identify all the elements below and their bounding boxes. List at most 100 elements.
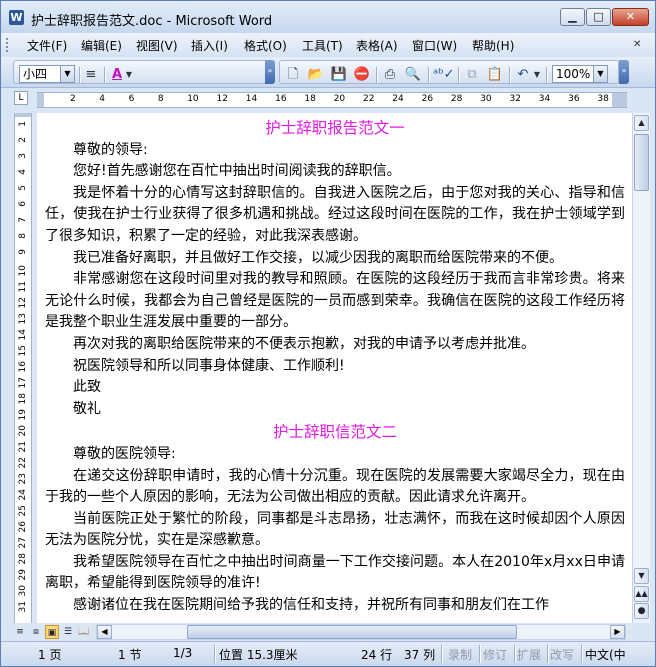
paste-icon[interactable]: 📋 bbox=[486, 66, 504, 84]
ruler-number: 2 bbox=[70, 94, 76, 104]
minimize-icon: ▁ bbox=[568, 10, 577, 23]
chevron-down-icon[interactable]: ▼ bbox=[60, 66, 74, 82]
status-record[interactable]: 录制 bbox=[448, 646, 472, 663]
title-bar: W 护士辞职报告范文.doc - Microsoft Word ▁ □ ✕ bbox=[1, 1, 655, 33]
horizontal-scrollbar[interactable]: ◀ ▶ bbox=[96, 624, 626, 640]
menu-tools[interactable]: 工具(T) bbox=[302, 37, 343, 54]
standard-toolbar: 🗋 📂 💾 ⛔ ⎙ 🔍 ᵃᵇ✓ ⧉ 📋 ↶ ▼ 100% ▼ bbox=[279, 60, 619, 84]
menu-grip-handle[interactable] bbox=[6, 38, 11, 52]
ruler-number: 1 bbox=[18, 121, 28, 127]
ruler-number: 17 bbox=[18, 377, 28, 389]
ruler-number: 30 bbox=[18, 585, 28, 597]
ruler-number: 25 bbox=[18, 505, 28, 517]
status-track-changes[interactable]: 修订 bbox=[483, 646, 507, 663]
chevron-down-icon[interactable]: ▼ bbox=[593, 66, 607, 82]
scroll-up-icon[interactable]: ▲ bbox=[634, 115, 649, 131]
print-icon[interactable]: ⎙ bbox=[381, 66, 399, 84]
toolbar: 小四 ▼ ≡ A ▼ » 🗋 📂 💾 ⛔ ⎙ 🔍 ᵃᵇ✓ ⧉ 📋 ↶ ▼ 100… bbox=[1, 57, 655, 88]
ruler-number: 34 bbox=[538, 94, 551, 104]
vertical-scrollbar[interactable]: ▲ ▼ ▲▲ ● bbox=[632, 113, 650, 623]
menu-edit[interactable]: 编辑(E) bbox=[81, 37, 122, 54]
menu-table[interactable]: 表格(A) bbox=[356, 37, 398, 54]
word-app-icon[interactable]: W bbox=[9, 10, 24, 25]
menu-format[interactable]: 格式(O) bbox=[244, 37, 287, 54]
chevron-down-icon[interactable]: ▼ bbox=[124, 66, 134, 84]
ruler-number: 14 bbox=[18, 329, 28, 341]
ruler-number: 2 bbox=[18, 137, 28, 143]
save-icon[interactable]: 💾 bbox=[330, 66, 348, 84]
close-document-icon[interactable]: ✕ bbox=[633, 39, 641, 50]
document-text[interactable]: 护士辞职报告范文一 尊敬的领导: 您好!首先感谢您在百忙中抽出时间阅读我的辞职信… bbox=[45, 118, 625, 617]
previous-page-icon[interactable]: ▲▲ bbox=[634, 586, 649, 602]
zoom-value: 100% bbox=[556, 67, 591, 81]
open-folder-icon[interactable]: 📂 bbox=[307, 66, 325, 84]
paragraph: 您好!首先感谢您在百忙中抽出时间阅读我的辞职信。 bbox=[73, 163, 401, 180]
maximize-icon: □ bbox=[593, 10, 604, 23]
ruler-number: 6 bbox=[18, 201, 28, 207]
toolbar-options-chevron[interactable]: » bbox=[265, 60, 275, 84]
vertical-ruler[interactable]: 1 2 3 4 5 6 7 8 9 10 11 12 13 14 15 16 17 18 19 20 21 22 23 24 2… bbox=[14, 113, 32, 623]
scroll-right-icon[interactable]: ▶ bbox=[610, 625, 625, 639]
menu-view[interactable]: 视图(V) bbox=[136, 37, 178, 54]
print-layout-icon[interactable]: ▣ bbox=[45, 625, 59, 639]
normal-view-icon[interactable]: ≡ bbox=[13, 625, 27, 639]
spelling-icon[interactable]: ᵃᵇ✓ bbox=[433, 66, 455, 84]
ruler-number: 19 bbox=[18, 409, 28, 421]
paragraph: 我希望医院领导在百忙之中抽出时间商量一下工作交接问题。本人在2010年x月xx日… bbox=[45, 553, 625, 592]
status-page: 1 页 bbox=[38, 648, 62, 662]
ruler-number: 28 bbox=[450, 94, 463, 104]
zoom-combo[interactable]: 100% ▼ bbox=[552, 65, 608, 83]
paragraph: 当前医院正处于繁忙的阶段，同事都是斗志昂扬，壮志满怀，而我在这时候却因个人原因无… bbox=[45, 510, 625, 549]
menu-insert[interactable]: 插入(I) bbox=[191, 37, 228, 54]
scroll-down-icon[interactable]: ▼ bbox=[634, 568, 649, 584]
menu-bar: 文件(F) 编辑(E) 视图(V) 插入(I) 格式(O) 工具(T) 表格(A… bbox=[1, 33, 655, 57]
menu-file[interactable]: 文件(F) bbox=[27, 37, 67, 54]
horizontal-ruler[interactable]: 246810121416182022242628303234363840 bbox=[37, 92, 627, 108]
chevron-down-icon[interactable]: ▼ bbox=[532, 66, 542, 84]
status-language[interactable]: 中文(中 bbox=[585, 646, 626, 663]
new-document-icon[interactable]: 🗋 bbox=[284, 66, 302, 84]
copy-icon[interactable]: ⧉ bbox=[463, 66, 481, 84]
ruler-number: 5 bbox=[18, 185, 28, 191]
ruler-number: 11 bbox=[18, 281, 28, 293]
ruler-number: 27 bbox=[18, 537, 28, 549]
ruler-number: 26 bbox=[421, 94, 434, 104]
menu-window[interactable]: 窗口(W) bbox=[412, 37, 457, 54]
ruler-number: 12 bbox=[18, 297, 28, 309]
ruler-number: 30 bbox=[480, 94, 492, 104]
ruler-margin-top bbox=[15, 113, 31, 117]
ruler-number: 10 bbox=[187, 94, 199, 104]
document-area[interactable]: 护士辞职报告范文一 尊敬的领导: 您好!首先感谢您在百忙中抽出时间阅读我的辞职信… bbox=[37, 113, 632, 623]
ruler-number: 15 bbox=[18, 345, 28, 357]
ruler-number: 22 bbox=[363, 94, 375, 104]
reading-view-icon[interactable]: 📖 bbox=[77, 625, 91, 639]
status-extend[interactable]: 扩展 bbox=[517, 646, 541, 663]
tab-selector[interactable]: L bbox=[14, 91, 28, 105]
status-overtype[interactable]: 改写 bbox=[550, 646, 574, 663]
horizontal-scroll-thumb[interactable] bbox=[187, 625, 517, 639]
permission-icon[interactable]: ⛔ bbox=[353, 66, 371, 84]
ruler-number: 13 bbox=[18, 313, 28, 325]
toolbar-separator bbox=[458, 67, 460, 83]
paragraph: 祝医院领导和所以同事身体健康、工作顺利! bbox=[73, 357, 345, 374]
ruler-number: 3 bbox=[18, 153, 28, 159]
minimize-button[interactable]: ▁ bbox=[560, 8, 585, 26]
vertical-scroll-thumb[interactable] bbox=[634, 134, 649, 191]
maximize-button[interactable]: □ bbox=[586, 8, 611, 26]
menu-help[interactable]: 帮助(H) bbox=[472, 37, 514, 54]
toolbar-separator bbox=[428, 67, 430, 83]
browse-object-icon[interactable]: ● bbox=[634, 603, 649, 619]
scroll-left-icon[interactable]: ◀ bbox=[97, 625, 112, 639]
ruler-number: 23 bbox=[18, 473, 28, 485]
align-justify-icon[interactable]: ≡ bbox=[82, 66, 100, 84]
toolbar-options-chevron[interactable]: » bbox=[619, 60, 629, 84]
close-button[interactable]: ✕ bbox=[612, 8, 649, 26]
ruler-number: 36 bbox=[568, 94, 580, 104]
undo-icon[interactable]: ↶ bbox=[514, 66, 532, 84]
font-size-combo[interactable]: 小四 ▼ bbox=[19, 65, 75, 83]
ruler-number: 9 bbox=[18, 249, 28, 255]
ruler-number: 18 bbox=[304, 94, 316, 104]
print-preview-icon[interactable]: 🔍 bbox=[404, 66, 422, 84]
outline-view-icon[interactable]: ☰ bbox=[61, 625, 75, 639]
web-layout-icon[interactable]: ⧈ bbox=[29, 625, 43, 639]
